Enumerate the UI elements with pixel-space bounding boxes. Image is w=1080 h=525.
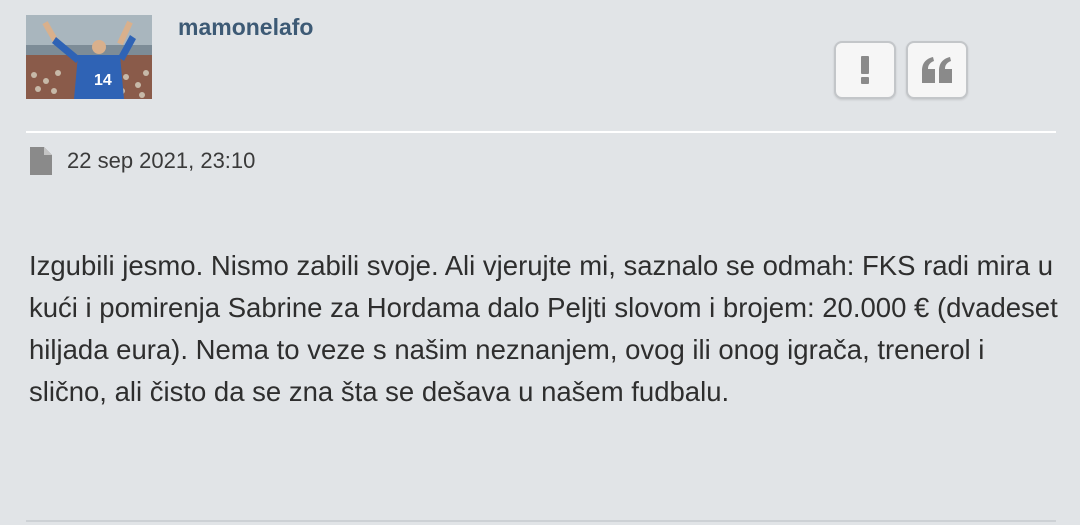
avatar-image: 14 [26,15,152,99]
post-body: Izgubili jesmo. Nismo zabili svoje. Ali … [29,250,1058,407]
author-username[interactable]: mamonelafo [178,14,313,41]
post-actions [834,41,968,99]
svg-text:14: 14 [94,72,112,89]
header-divider [26,131,1056,133]
exclamation-icon [861,56,869,84]
avatar[interactable]: 14 [26,15,152,99]
quote-button[interactable] [906,41,968,99]
file-icon[interactable] [30,147,52,175]
report-button[interactable] [834,41,896,99]
post-date: 22 sep 2021, 23:10 [67,148,256,173]
quote-icon [922,57,952,83]
footer-divider [26,520,1056,522]
post-meta: 22 sep 2021, 23:10 [30,147,255,175]
